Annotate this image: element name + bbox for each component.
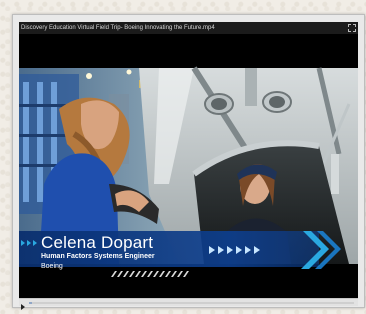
video-title-bar: Discovery Education Virtual Field Trip- …	[19, 22, 358, 34]
video-title: Discovery Education Virtual Field Trip- …	[21, 25, 215, 31]
seek-progress	[29, 302, 33, 304]
person-organization: Boeing	[41, 263, 63, 270]
person-name: Celena Dopart	[41, 233, 154, 252]
seek-bar[interactable]	[29, 302, 354, 304]
person-role: Human Factors Systems Engineer	[41, 253, 155, 260]
video-frame[interactable]: Celena Dopart Human Factors Systems Engi…	[19, 34, 358, 298]
play-button[interactable]	[19, 299, 27, 310]
play-icon	[21, 304, 25, 310]
video-player: Discovery Education Virtual Field Trip- …	[12, 14, 365, 310]
playback-controls	[19, 298, 358, 310]
fullscreen-icon[interactable]	[348, 24, 356, 32]
